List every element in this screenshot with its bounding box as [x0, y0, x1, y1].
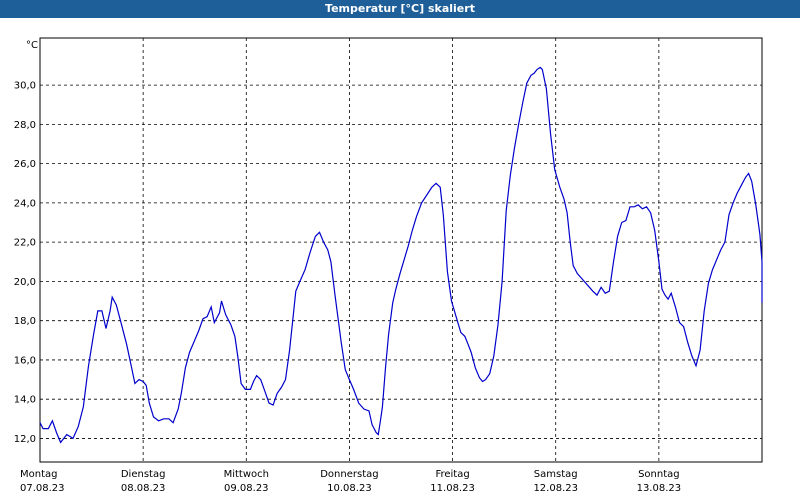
x-tick-date-label: 13.08.23: [637, 483, 682, 494]
chart-title: Temperatur [°C] skaliert: [325, 2, 475, 15]
x-tick-day-label: Donnerstag: [320, 469, 378, 480]
x-tick-day-label: Dienstag: [121, 469, 166, 480]
x-tick-day-label: Sonntag: [638, 469, 680, 480]
x-tick-date-label: 12.08.23: [533, 483, 578, 494]
y-tick-label: 18,0: [14, 316, 36, 327]
y-tick-label: 16,0: [14, 355, 36, 366]
y-tick-label: 24,0: [14, 198, 36, 209]
x-axis: Montag 07.08.23 Dienstag 08.08.23 Mittwoch 09…: [20, 469, 681, 494]
temperature-chart: 12,0 14,0 16,0 18,0 20,0 22,0 24,0 26,0 28,0 30,0…: [14, 37, 763, 494]
x-tick-day-label: Montag: [20, 469, 57, 480]
y-axis: 12,0 14,0 16,0 18,0 20,0 22,0 24,0 26,0 28,0 30,0: [14, 81, 36, 445]
y-tick-label: 20,0: [14, 277, 36, 288]
x-tick-date-label: 08.08.23: [121, 483, 166, 494]
x-tick-day-label: Freitag: [435, 469, 469, 480]
x-tick-day-label: Samstag: [534, 469, 578, 480]
x-tick-date-label: 11.08.23: [430, 483, 475, 494]
y-tick-label: 30,0: [14, 81, 36, 92]
y-tick-label: 26,0: [14, 159, 36, 170]
x-tick-day-label: Mittwoch: [224, 469, 269, 480]
y-tick-label: 22,0: [14, 238, 36, 249]
x-tick-date-label: 07.08.23: [20, 483, 65, 494]
y-tick-label: 12,0: [14, 434, 36, 445]
y-tick-label: 14,0: [14, 395, 36, 406]
chart-title-bar: Temperatur [°C] skaliert: [0, 0, 800, 18]
x-tick-date-label: 09.08.23: [224, 483, 269, 494]
y-axis-label: °C: [26, 40, 38, 51]
x-tick-date-label: 10.08.23: [327, 483, 372, 494]
y-tick-label: 28,0: [14, 120, 36, 131]
